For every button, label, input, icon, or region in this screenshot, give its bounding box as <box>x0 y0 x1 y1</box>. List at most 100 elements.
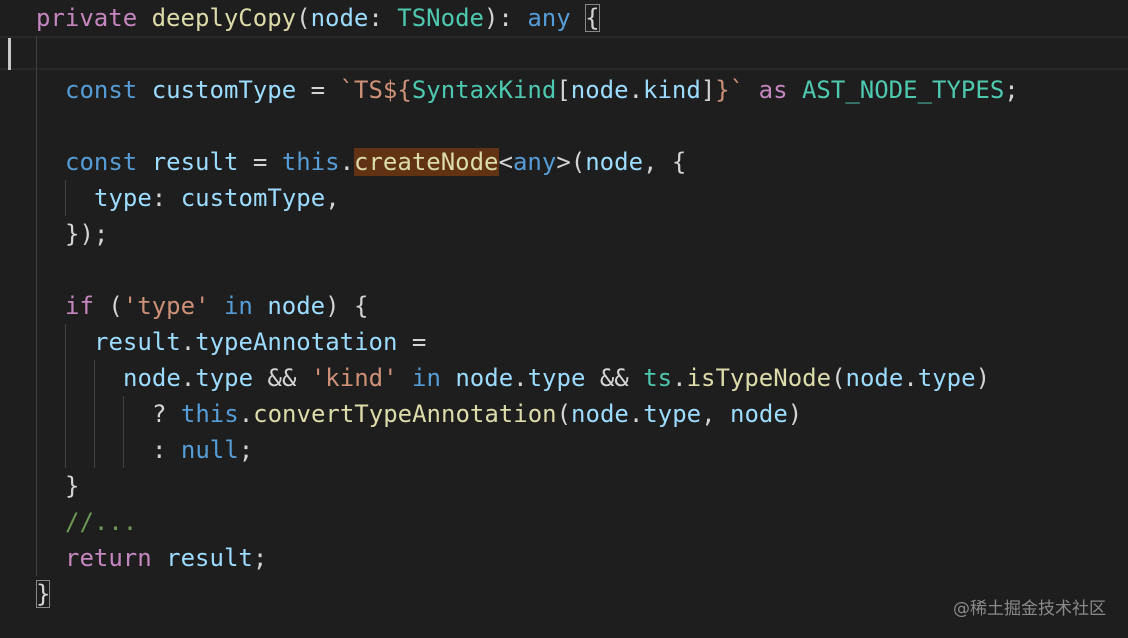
punct: ) { <box>325 292 369 320</box>
generic-type: any <box>512 148 557 176</box>
code-line-12[interactable]: ? this.convertTypeAnnotation(node.type, … <box>152 396 802 432</box>
indent-guide <box>65 180 66 216</box>
object-name: node <box>570 76 629 104</box>
punct: : <box>152 436 181 464</box>
code-line-16[interactable]: return result; <box>65 540 267 576</box>
object-name: node <box>123 364 181 392</box>
punct: = <box>238 148 282 176</box>
keyword-private: private <box>36 4 138 32</box>
punct: . <box>238 400 254 428</box>
variable-name: result <box>166 544 253 572</box>
punct: . <box>628 400 644 428</box>
indent-guide <box>36 36 37 576</box>
punct: : <box>151 184 181 212</box>
keyword-in: in <box>223 292 253 320</box>
code-line-17[interactable]: } <box>36 576 51 612</box>
code-line-14[interactable]: } <box>65 468 79 504</box>
property-name: type <box>94 184 152 212</box>
punct: . <box>628 76 644 104</box>
matched-brace: } <box>36 580 51 608</box>
punct: . <box>180 328 196 356</box>
variable-name: customType <box>151 76 297 104</box>
argument: node <box>730 400 788 428</box>
current-line-highlight <box>0 36 1128 70</box>
indent-guide <box>123 396 124 468</box>
punct: ( <box>831 364 846 392</box>
keyword-return: return <box>65 544 152 572</box>
punct: ): <box>483 4 528 32</box>
property-name: kind <box>643 76 701 104</box>
indent-guide <box>65 324 66 468</box>
punct: [ <box>556 76 571 104</box>
param-name: node <box>310 4 369 32</box>
code-line-6[interactable]: type: customType, <box>94 180 340 216</box>
punct: : <box>368 4 398 32</box>
watermark: @稀土掘金技术社区 <box>953 599 1106 619</box>
punct: ; <box>1004 76 1019 104</box>
code-line-5[interactable]: const result = this.createNode<any>(node… <box>65 144 686 180</box>
text-cursor <box>8 38 11 70</box>
keyword-this: this <box>281 148 340 176</box>
punct: && <box>253 364 311 392</box>
keyword-in: in <box>412 364 441 392</box>
punct: && <box>585 364 644 392</box>
punct: . <box>672 364 687 392</box>
code-line-10[interactable]: result.typeAnnotation = <box>94 324 426 360</box>
punct: ; <box>238 436 254 464</box>
object-name: node <box>267 292 326 320</box>
code-line-7[interactable]: }); <box>65 216 108 252</box>
string-literal: 'kind' <box>310 364 398 392</box>
punct: >( <box>556 148 586 176</box>
code-line-15[interactable]: //... <box>65 504 137 540</box>
keyword-as: as <box>758 76 788 104</box>
punct: , <box>701 400 730 428</box>
punct: , { <box>643 148 687 176</box>
code-line-1[interactable]: private deeplyCopy(node: TSNode): any { <box>36 0 600 36</box>
indent-guide <box>94 360 95 468</box>
matched-brace: { <box>585 4 600 32</box>
object-name: result <box>94 328 181 356</box>
function-name: deeplyCopy <box>151 4 297 32</box>
punct: < <box>498 148 513 176</box>
keyword-this: this <box>180 400 239 428</box>
code-line-3[interactable]: const customType = `TS${SyntaxKind[node.… <box>65 72 1019 108</box>
property-value: customType <box>180 184 326 212</box>
punct: . <box>180 364 196 392</box>
return-type: any <box>527 4 571 32</box>
string-literal: 'type' <box>122 292 210 320</box>
property-name: typeAnnotation <box>195 328 398 356</box>
object-name: node <box>571 400 629 428</box>
method-name-highlighted: createNode <box>354 148 499 176</box>
function-name: convertTypeAnnotation <box>253 400 557 428</box>
punct: } <box>65 472 80 500</box>
code-editor[interactable]: private deeplyCopy(node: TSNode): any { … <box>0 0 1128 638</box>
punct: . <box>903 364 918 392</box>
punct: ( <box>556 400 572 428</box>
template-start: `TS${ <box>339 76 412 104</box>
keyword-if: if <box>65 292 94 320</box>
punct: ) <box>787 400 803 428</box>
code-line-9[interactable]: if ('type' in node) { <box>65 288 368 324</box>
property-name: type <box>195 364 254 392</box>
object-name: node <box>455 364 514 392</box>
property-name: type <box>917 364 976 392</box>
punct: , <box>325 184 340 212</box>
function-name: isTypeNode <box>686 364 832 392</box>
comment: //... <box>65 508 138 536</box>
code-line-11[interactable]: node.type && 'kind' in node.type && ts.i… <box>123 360 990 396</box>
punct: ] <box>700 76 716 104</box>
punct: = <box>397 328 427 356</box>
param-type: TSNode <box>397 4 484 32</box>
punct: = <box>296 76 340 104</box>
punct: ? <box>152 400 181 428</box>
argument: node <box>585 148 644 176</box>
property-name: type <box>643 400 702 428</box>
variable-name: result <box>151 148 239 176</box>
punct: ( <box>296 4 311 32</box>
type-name: AST_NODE_TYPES <box>801 76 1005 104</box>
keyword-null: null <box>180 436 239 464</box>
punct: }); <box>65 220 109 248</box>
namespace-name: ts <box>643 364 673 392</box>
punct: ( <box>93 292 123 320</box>
code-line-13[interactable]: : null; <box>152 432 253 468</box>
